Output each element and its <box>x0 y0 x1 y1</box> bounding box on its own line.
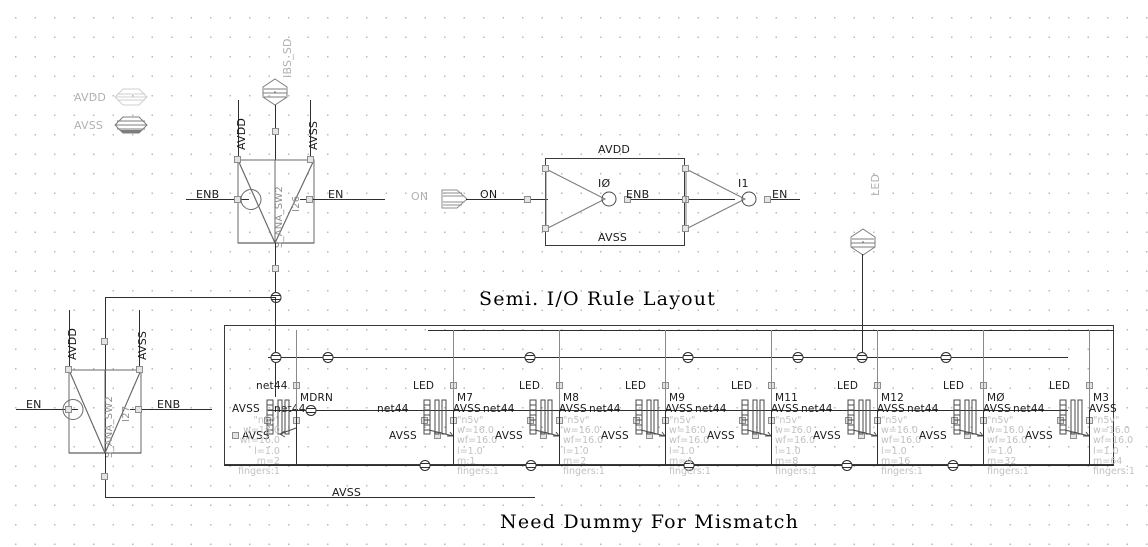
pin-square-switch-bottom-out[interactable] <box>101 473 108 480</box>
net-label-bulk: AVSS <box>707 430 735 442</box>
hex-pin-icon-ibs-sd[interactable] <box>260 78 294 106</box>
parameter-fingers: fingers:1 <box>1093 466 1135 478</box>
net-label-left: net44 <box>1013 403 1045 415</box>
transistor-cell[interactable]: LED M9 net44 AVSS AVSS "n5v" w=16.0 wf=16.0 l=1.… <box>589 330 711 477</box>
cell-label-s-ana-sw2-bottom: S_ANA_SW2 <box>104 396 115 458</box>
net-label-top: LED <box>731 380 753 392</box>
net-label-bulk: AVSS <box>495 430 523 442</box>
wire-source-to-avss <box>771 410 772 465</box>
net-label-en-bottom: EN <box>26 398 42 411</box>
net-label-top: LED <box>519 380 541 392</box>
transistor-cell[interactable]: LED M7 net44 AVSS AVSS "n5v" w=16.0 wf=16.0 l=1.… <box>377 330 499 477</box>
hex-pin-icon-avss[interactable] <box>114 116 148 137</box>
instance-label-i1: I1 <box>738 177 749 190</box>
pin-label-on: ON <box>411 190 429 203</box>
net-label-bulk: AVSS <box>919 430 947 442</box>
net-label-left: net44 <box>589 403 621 415</box>
pin-square-switch-bottom-top[interactable] <box>101 338 108 345</box>
switch-pin-avdd-top[interactable] <box>234 156 241 163</box>
bubble-icon-top-switch <box>240 189 262 211</box>
transistor-cell[interactable]: LED MØ net44 AVSS AVSS "n5v" w=16.0 wf=16.0 l=1.… <box>907 330 1029 477</box>
inverter-out-square-i1[interactable] <box>764 196 771 203</box>
wire-source-to-avss <box>983 410 984 465</box>
switch-pin-avss-bottom[interactable] <box>136 366 143 373</box>
pin-label-ibs-sd: IBS_SD <box>281 38 294 78</box>
net-label-top: LED <box>943 380 965 392</box>
rail-label-avss-inv: AVSS <box>598 231 628 244</box>
wire-source-to-avss <box>665 410 666 465</box>
net-label-left: net44 <box>907 403 939 415</box>
net-label-en-top: EN <box>328 188 344 201</box>
pin-square-switch-top-out[interactable] <box>272 265 279 272</box>
annotation-need-dummy: Need Dummy For Mismatch <box>500 511 800 533</box>
net-label-top: net44 <box>256 380 288 392</box>
wire-top-out-to-left <box>105 297 275 298</box>
net-label-top: LED <box>1049 380 1071 392</box>
hex-pin-icon-avdd[interactable] <box>114 88 148 109</box>
pin-label-led: LED <box>869 173 882 196</box>
inverter-pin-vss-i0[interactable] <box>542 225 549 232</box>
transistor-parameters: "n5v" w=16.0 wf=16.0 l=1.0 m=64 fingers:1 <box>1093 415 1135 478</box>
transistor-parameters: "n5v" w=16.0 wf=16.0 l=1.0 m=2 fingers:1 <box>238 415 280 478</box>
bubble-icon-bottom-switch <box>62 399 84 421</box>
net-label-top: LED <box>837 380 859 392</box>
cell-label-s-ana-sw2-top: S_ANA_SW2 <box>274 186 285 248</box>
transistor-cell[interactable]: LED M8 net44 AVSS AVSS "n5v" w=16.0 wf=16.0 l=1.… <box>483 330 605 477</box>
parameter-fingers: fingers:1 <box>238 466 280 478</box>
supply-label-avss-top: AVSS <box>307 120 320 150</box>
net-label-left: net44 <box>695 403 727 415</box>
transistor-cell[interactable]: LED M11 net44 AVSS AVSS "n5v" w=16.0 wf=16.0 l=1… <box>695 330 817 477</box>
wire-source-to-avss <box>877 410 878 465</box>
net-label-enb-top: ENB <box>196 188 220 201</box>
pin-square-ibs-top[interactable] <box>272 128 279 135</box>
schematic-canvas[interactable]: AVDD AVSS IBS_SD AVDD AVSS S_ANA_SW2 I26… <box>0 0 1148 547</box>
wire-source-to-avss <box>559 410 560 465</box>
annotation-semi-io-rule: Semi. I/O Rule Layout <box>479 288 717 310</box>
supply-label-avdd-bottom: AVDD <box>66 327 79 360</box>
supply-label-avss-bottom: AVSS <box>136 330 149 360</box>
net-label-on: ON <box>480 188 498 201</box>
switch-pin-avdd-bottom[interactable] <box>65 366 72 373</box>
rail-label-avdd-inv: AVDD <box>598 143 631 156</box>
net-label-top: LED <box>413 380 435 392</box>
inverter-pin-vss-i1[interactable] <box>682 225 689 232</box>
legend-label-avdd: AVDD <box>74 91 107 104</box>
terminal-square-enb-bottom[interactable] <box>135 406 142 413</box>
net-label-left: net44 <box>801 403 833 415</box>
supply-label-avdd-top: AVDD <box>235 117 248 150</box>
transistor-cell[interactable]: LED M3 net44 AVSS AVSS "n5v" w=16.0 wf=16.0 l=1.… <box>1013 330 1135 477</box>
net-label-left: net44 <box>377 403 409 415</box>
inverter-pin-vdd-i1[interactable] <box>682 165 689 172</box>
net-label-bulk: AVSS <box>1025 430 1053 442</box>
net-label-top: LED <box>625 380 647 392</box>
net-label-bulk: AVSS <box>601 430 629 442</box>
net-label-enb-bottom: ENB <box>157 398 181 411</box>
wire-source-to-avss <box>1089 410 1090 465</box>
terminal-square-en-top[interactable] <box>306 196 313 203</box>
switch-pin-avss-top[interactable] <box>307 156 314 163</box>
wire-bottom-left-rail <box>105 497 535 498</box>
net-label-bulk: AVSS <box>813 430 841 442</box>
net-label-enb-inv: ENB <box>626 188 650 201</box>
instance-label-i0: IØ <box>598 177 611 190</box>
legend-label-avss: AVSS <box>74 119 104 132</box>
wire-source-to-avss <box>296 410 297 465</box>
net-label-left: net44 <box>483 403 515 415</box>
inverter-pin-vdd-i0[interactable] <box>542 165 549 172</box>
net-label-left: AVSS <box>232 403 260 415</box>
net-label-avss-rail: AVSS <box>332 486 362 499</box>
net-label-bulk: AVSS <box>389 430 417 442</box>
net-label-en-inv: EN <box>772 188 788 201</box>
transistor-cell[interactable]: LED M12 net44 AVSS AVSS "n5v" w=16.0 wf=16.0 l=1… <box>801 330 923 477</box>
transistor-cell[interactable]: net44 MDRN AVSS net44 AVSS "n5v" w=16.0 wf=16.0… <box>222 330 342 477</box>
terminal-square-on[interactable] <box>524 196 531 203</box>
wire-source-to-avss <box>453 410 454 465</box>
wire-on-input <box>466 199 548 200</box>
hex-pin-icon-led[interactable] <box>848 228 882 256</box>
